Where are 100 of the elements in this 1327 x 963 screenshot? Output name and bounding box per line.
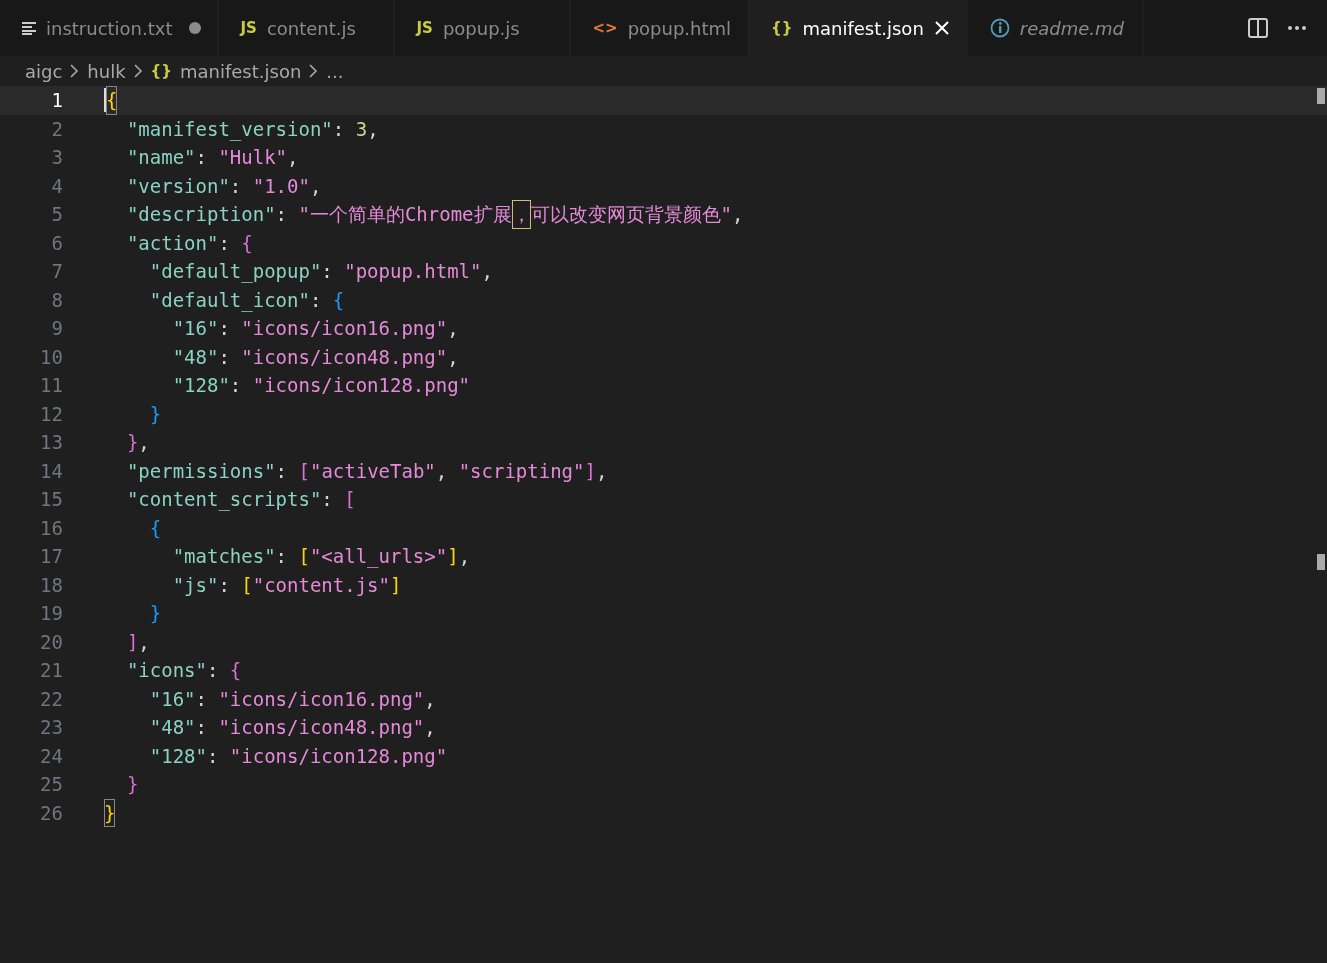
line-number: 25 [39,772,63,797]
json-value: 3 [355,116,368,142]
line-number: 7 [50,259,63,284]
json-key: "default_icon" [149,285,310,314]
text-file-icon [22,21,36,35]
json-value: "icons/icon16.png" [218,686,425,712]
bracket: ] [126,629,139,655]
bracket: [ [241,572,253,598]
punctuation: : [332,116,346,142]
line-number: 2 [50,116,63,142]
file-type-icon: {} [771,19,793,37]
punctuation: , [481,259,493,284]
punctuation: , [138,629,150,655]
line-number: 12 [39,401,63,427]
chevron-right-icon [309,64,319,78]
file-type-icon: JS [416,19,433,37]
line-number: 13 [39,430,63,455]
json-key: "icons" [126,656,207,685]
line-number: 16 [39,515,63,541]
json-key: "content_scripts" [126,485,322,514]
json-value: "1.0" [252,173,310,199]
json-key: "action" [126,228,219,257]
bracket: ] [584,458,596,484]
json-value: "content.js" [252,572,390,598]
json-value: "icons/icon16.png" [241,316,448,341]
punctuation: , [447,344,459,370]
json-key: "48" [172,342,219,371]
bracket: [ [298,544,310,569]
scrollbar-marker [1317,554,1325,570]
bracket: [ [344,487,356,512]
punctuation: : [321,259,334,284]
punctuation: , [287,145,299,170]
line-number: 19 [39,601,63,626]
editor-tab[interactable]: {} manifest.json [749,0,968,56]
line-number: 23 [39,715,63,740]
bracket: ] [390,572,402,598]
json-value: "icons/icon48.png" [218,715,425,740]
line-number: 21 [39,658,63,683]
punctuation: : [275,202,289,227]
line-number: 10 [39,344,63,370]
punctuation: : [275,544,289,569]
more-icon[interactable] [1287,25,1307,31]
punctuation: , [435,458,449,484]
punctuation: , [458,544,471,569]
punctuation: , [367,116,379,142]
line-number: 15 [39,487,63,512]
json-file-icon: {} [150,62,172,80]
line-number: 24 [39,743,63,769]
json-key: "manifest_version" [126,114,333,143]
json-key: "48" [149,713,196,742]
info-icon [989,18,1010,38]
json-value: "popup.html" [344,259,482,284]
bracket: } [149,401,162,427]
bracket: } [126,430,139,455]
bracket: } [104,798,116,827]
close-icon [933,20,950,36]
json-key: "16" [149,684,196,713]
json-key: "permissions" [126,456,276,485]
json-value: "icons/icon48.png" [241,344,448,370]
line-number: 20 [39,629,63,655]
bracket: [ [298,458,310,484]
line-number: 5 [50,202,63,227]
punctuation: , [424,686,436,712]
punctuation: : [218,316,231,341]
punctuation: : [218,572,231,598]
line-number: 11 [39,373,63,398]
json-value: "一个简单的Chrome扩展 [298,202,512,227]
json-key: "16" [172,314,219,343]
punctuation: : [195,145,208,170]
punctuation: : [321,487,334,512]
line-number: 9 [50,316,63,341]
breadcrumb-item[interactable]: hulk [87,60,126,82]
breadcrumb-item[interactable]: aigc [25,60,63,82]
line-number: 17 [39,544,63,569]
punctuation: : [206,743,220,769]
bracket: { [106,86,118,115]
json-key: "js" [172,570,219,599]
punctuation: : [229,173,243,199]
split-editor-icon[interactable] [1247,17,1269,39]
line-number: 6 [50,230,63,256]
json-key: "name" [126,143,196,172]
json-value: "scripting" [458,458,585,484]
json-key: "default_popup" [149,257,322,286]
json-value: "activeTab" [309,458,436,484]
line-number: 4 [50,173,63,199]
bracket: { [149,515,162,541]
line-number: 22 [39,686,63,712]
json-key: "128" [172,371,230,400]
bracket: } [126,772,139,797]
breadcrumb-item[interactable]: ... [326,60,344,82]
bracket: { [241,230,253,256]
line-number: 14 [39,458,63,484]
punctuation: : [309,287,323,313]
punctuation: , [138,430,150,455]
bracket: { [229,658,242,683]
breadcrumb-item[interactable]: manifest.json [179,60,302,82]
line-number: 3 [50,145,63,170]
line-number: 18 [39,572,63,598]
punctuation: : [218,230,231,256]
json-value: 可以改变网页背景颜色" [530,202,732,227]
